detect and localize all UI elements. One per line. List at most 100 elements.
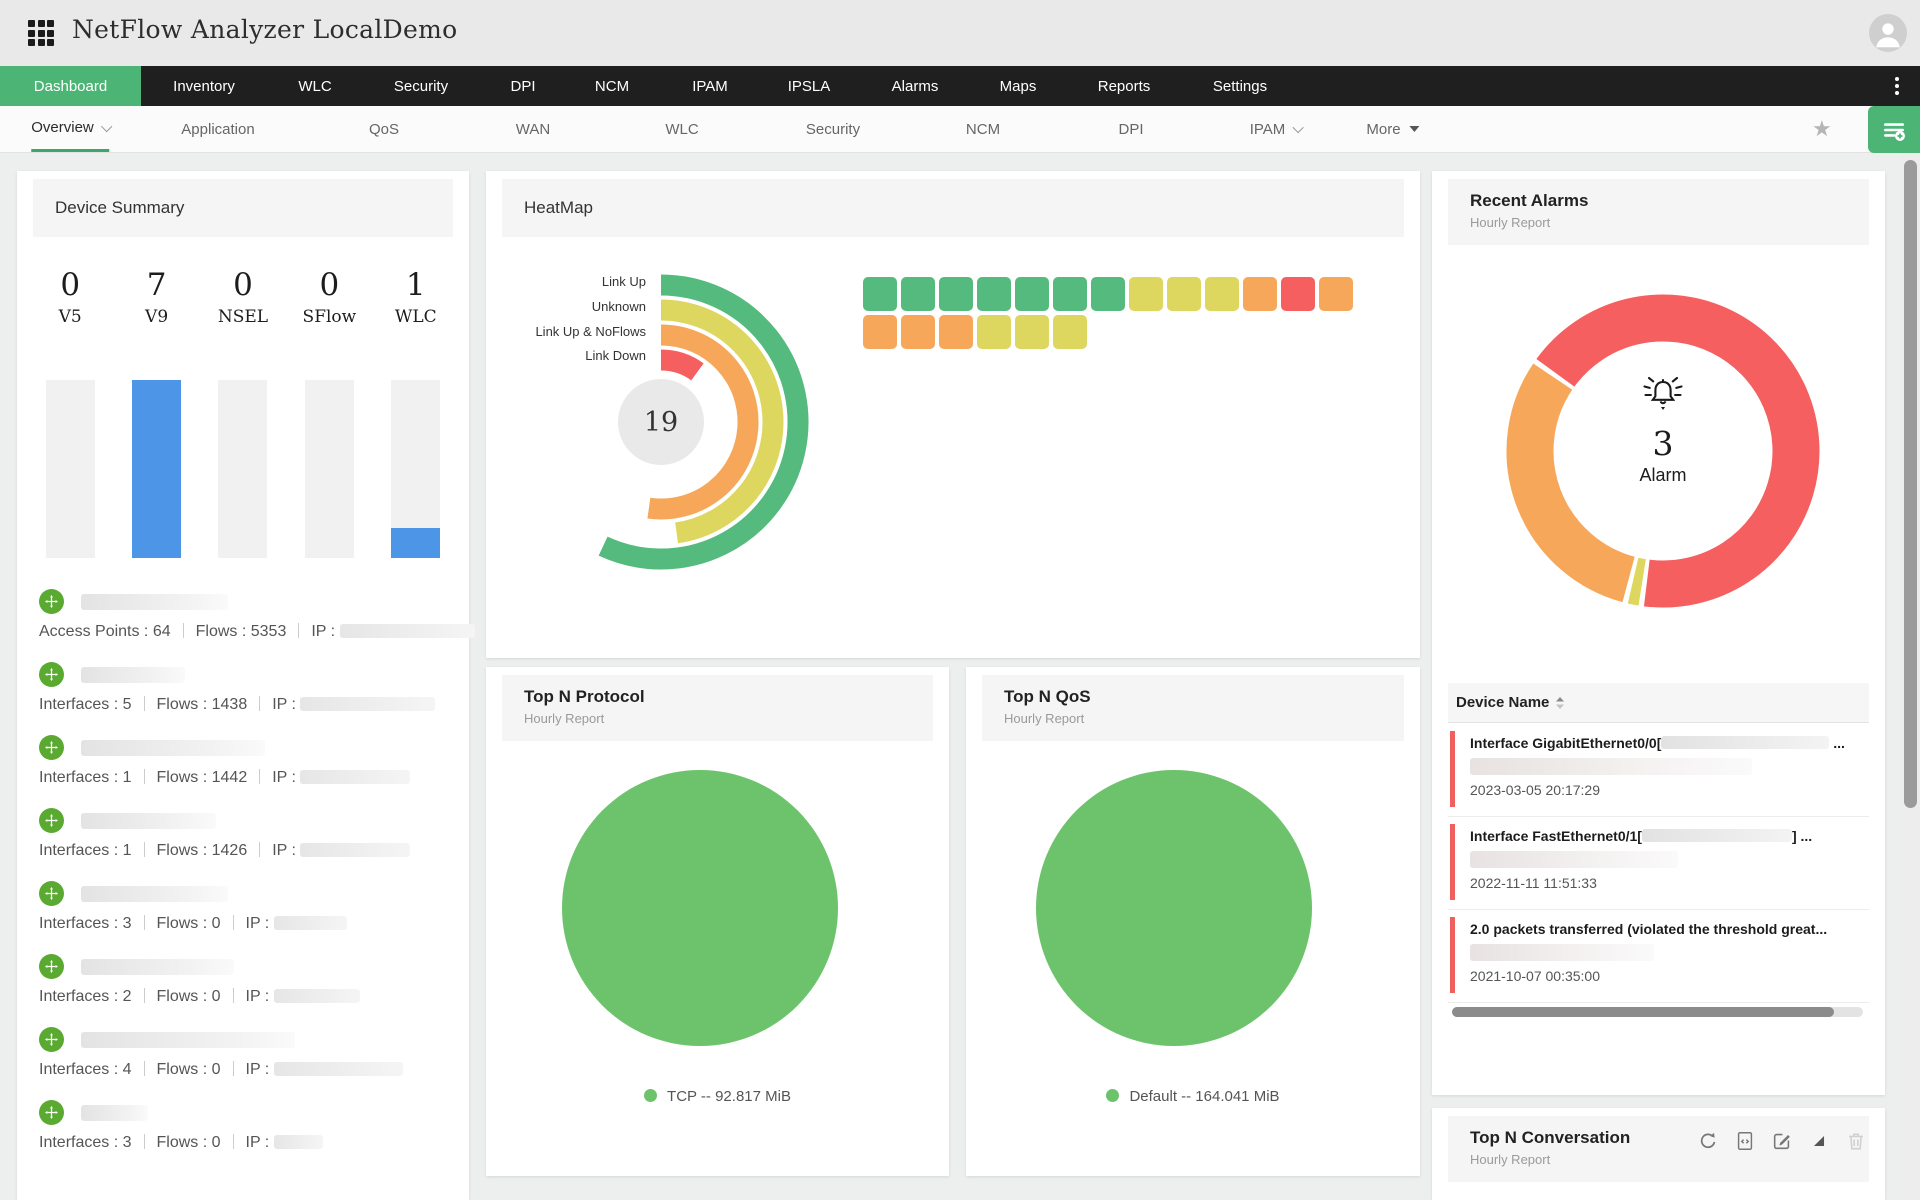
device-name-sort-header[interactable]: Device Name <box>1448 683 1869 723</box>
redacted-line <box>1470 944 1654 961</box>
device-meta: Interfaces : 5 Flows : 1438 IP : <box>39 696 436 714</box>
move-handle-icon[interactable] <box>39 662 64 687</box>
nav-tab-reports[interactable]: Reports <box>1088 66 1161 106</box>
device-meta: Interfaces : 3 Flows : 0 IP : <box>39 915 347 933</box>
recent-alarms-header: Recent Alarms Hourly Report <box>1448 179 1869 245</box>
heatmap-cell[interactable] <box>977 315 1011 349</box>
device-name-redacted <box>81 667 185 683</box>
refresh-icon[interactable] <box>1697 1130 1719 1152</box>
flow-count: Flows : 0 <box>156 915 221 932</box>
move-handle-icon[interactable] <box>39 589 64 614</box>
subnav-item-ipam[interactable]: IPAM <box>1250 106 1304 152</box>
heatmap-cell[interactable] <box>863 315 897 349</box>
protocol-pie-legend: TCP -- 92.817 MiB <box>486 1088 949 1105</box>
nav-tab-ncm[interactable]: NCM <box>585 66 639 106</box>
stat-bar-fill <box>391 528 441 558</box>
heatmap-header: HeatMap <box>502 179 1404 237</box>
app-launcher-grid-icon[interactable] <box>28 20 54 46</box>
nav-tab-ipsla[interactable]: IPSLA <box>778 66 841 106</box>
subnav-item-security[interactable]: Security <box>806 106 860 152</box>
heatmap-cell[interactable] <box>1053 277 1087 311</box>
heatmap-cell[interactable] <box>1091 277 1125 311</box>
device-name-redacted <box>81 886 228 902</box>
heatmap-cell[interactable] <box>1015 277 1049 311</box>
alarm-message: Interface GigabitEthernet0/0[ ... <box>1470 735 1845 751</box>
nav-tab-ipam[interactable]: IPAM <box>682 66 738 106</box>
alarms-horizontal-scrollbar[interactable] <box>1452 1007 1863 1017</box>
heatmap-cell[interactable] <box>1205 277 1239 311</box>
nav-kebab-menu-icon[interactable] <box>1888 74 1906 98</box>
device-meta: Interfaces : 2 Flows : 0 IP : <box>39 988 360 1006</box>
flow-count: Flows : 5353 <box>195 623 287 640</box>
ip-redacted <box>273 989 360 1003</box>
move-handle-icon[interactable] <box>39 808 64 833</box>
subnav-item-qos[interactable]: QoS <box>369 106 399 152</box>
heatmap-cell[interactable] <box>901 277 935 311</box>
alarm-row[interactable]: 2.0 packets transferred (violated the th… <box>1448 910 1869 1003</box>
alarm-row[interactable]: Interface FastEthernet0/1[] ... 2022-11-1… <box>1448 817 1869 910</box>
topbar: NetFlow Analyzer LocalDemo ⚙ <box>0 0 1920 66</box>
subnav-item-wan[interactable]: WAN <box>516 106 550 152</box>
heatmap-cell[interactable] <box>939 315 973 349</box>
nav-tab-dashboard[interactable]: Dashboard <box>0 66 141 106</box>
page-scrollbar[interactable] <box>1901 153 1920 1200</box>
nav-tab-inventory[interactable]: Inventory <box>163 66 245 106</box>
move-handle-icon[interactable] <box>39 1027 64 1052</box>
app-title: NetFlow Analyzer LocalDemo <box>72 15 458 44</box>
interface-count: Interfaces : 1 <box>39 842 132 859</box>
nav-tab-maps[interactable]: Maps <box>990 66 1047 106</box>
nav-tab-dpi[interactable]: DPI <box>500 66 545 106</box>
device-count-v5: 0 V5 <box>27 267 113 345</box>
heatmap-cell[interactable] <box>901 315 935 349</box>
delete-icon[interactable] <box>1845 1130 1867 1152</box>
alarm-count-label: Alarm <box>1639 465 1687 485</box>
stat-value: 1 <box>405 267 426 303</box>
device-list: Access Points : 64 Flows : 5353 IP : Inter… <box>39 583 475 1167</box>
subnav-item-more[interactable]: More <box>1366 106 1420 152</box>
heatmap-cell[interactable] <box>1053 315 1087 349</box>
heatmap-cell[interactable] <box>977 277 1011 311</box>
heatmap-cell[interactable] <box>939 277 973 311</box>
heatmap-cell[interactable] <box>1319 277 1353 311</box>
heatmap-cell[interactable] <box>1015 315 1049 349</box>
user-avatar[interactable] <box>1869 14 1907 52</box>
device-list-item: Interfaces : 3 Flows : 0 IP : <box>39 1094 455 1167</box>
move-handle-icon[interactable] <box>39 735 64 760</box>
edit-icon[interactable] <box>1771 1130 1793 1152</box>
redacted-text <box>1661 736 1830 749</box>
ip-redacted <box>339 624 475 638</box>
subnav-item-dpi[interactable]: DPI <box>1118 106 1143 152</box>
scrollbar-thumb[interactable] <box>1452 1007 1835 1017</box>
top-n-qos-header: Top N QoS Hourly Report <box>982 675 1404 741</box>
move-handle-icon[interactable] <box>39 954 64 979</box>
subnav-label: QoS <box>368 120 400 138</box>
stat-value: 0 <box>319 267 340 303</box>
protocol-pie-chart <box>562 770 838 1046</box>
alarm-timestamp: 2023-03-05 20:17:29 <box>1470 782 1600 798</box>
alarm-row[interactable]: Interface GigabitEthernet0/0[ ... 2023-03… <box>1448 724 1869 817</box>
nav-tab-wlc[interactable]: WLC <box>288 66 341 106</box>
subnav-item-ncm[interactable]: NCM <box>966 106 1000 152</box>
nav-tab-security[interactable]: Security <box>384 66 458 106</box>
subnav-item-wlc[interactable]: WLC <box>665 106 698 152</box>
subnav-item-application[interactable]: Application <box>181 106 254 152</box>
heatmap-cell[interactable] <box>1243 277 1277 311</box>
contrast-icon[interactable] <box>1808 1130 1830 1152</box>
device-list-item: Interfaces : 4 Flows : 0 IP : <box>39 1021 455 1094</box>
heatmap-cell[interactable] <box>1281 277 1315 311</box>
nav-tab-alarms[interactable]: Alarms <box>882 66 949 106</box>
stat-bar-wlc <box>391 380 441 558</box>
heatmap-cell[interactable] <box>1167 277 1201 311</box>
export-icon[interactable] <box>1734 1130 1756 1152</box>
heatmap-cell[interactable] <box>863 277 897 311</box>
subnav-item-overview[interactable]: Overview <box>31 106 112 152</box>
page-scrollbar-thumb[interactable] <box>1904 160 1917 808</box>
move-handle-icon[interactable] <box>39 1100 64 1125</box>
ip-label: IP : <box>272 842 296 859</box>
move-handle-icon[interactable] <box>39 881 64 906</box>
nav-tab-settings[interactable]: Settings <box>1203 66 1277 106</box>
favorite-star-icon[interactable]: ★ <box>1812 116 1832 142</box>
heatmap-cell[interactable] <box>1129 277 1163 311</box>
severity-bar <box>1450 824 1455 900</box>
add-dashboard-button[interactable] <box>1868 106 1920 153</box>
